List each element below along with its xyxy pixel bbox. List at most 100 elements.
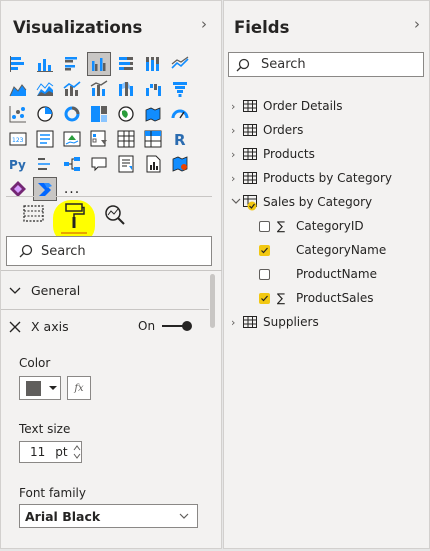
chevron-right-icon: ›	[231, 123, 236, 137]
sigma-icon: ∑	[277, 291, 286, 305]
line-chart-icon[interactable]	[168, 52, 192, 76]
table-name: Products by Category	[263, 171, 392, 185]
table-orders[interactable]: › Orders	[231, 121, 303, 139]
stacked-column-chart-icon[interactable]	[33, 52, 57, 76]
fields-search-placeholder: Search	[261, 57, 306, 72]
stepper-arrows-icon[interactable]	[72, 443, 81, 461]
key-influencers-icon[interactable]	[33, 152, 57, 176]
table-products-by-category[interactable]: › Products by Category	[231, 169, 392, 187]
line-stacked-column-chart-icon[interactable]	[87, 77, 111, 101]
gallery-divider	[6, 196, 212, 197]
table-icon[interactable]	[114, 127, 138, 151]
chevron-down-icon	[9, 287, 21, 294]
donut-chart-icon[interactable]	[60, 102, 84, 126]
checkmark-icon	[261, 247, 268, 253]
clustered-bar-chart-icon[interactable]	[60, 52, 84, 76]
table-icon	[243, 172, 257, 184]
fields-search-box[interactable]: Search	[228, 52, 424, 77]
search-divider	[1, 270, 222, 271]
clustered-column-chart-icon[interactable]	[87, 52, 111, 76]
table-selected-indicator	[243, 195, 259, 211]
qna-icon[interactable]	[87, 152, 111, 176]
stacked-bar-chart-icon[interactable]	[6, 52, 30, 76]
power-apps-icon[interactable]	[6, 177, 30, 201]
collapse-fields-icon[interactable]: ›	[414, 15, 420, 33]
100-stacked-column-chart-icon[interactable]	[141, 52, 165, 76]
field-checkbox[interactable]	[259, 268, 270, 280]
table-name: Order Details	[263, 99, 343, 113]
field-name: ProductSales	[296, 291, 374, 305]
visualizations-pane: Visualizations › 123 R Py ... Search Gen…	[0, 0, 222, 549]
chevron-down-icon	[231, 198, 241, 204]
general-section-header[interactable]: General	[9, 283, 80, 298]
smart-narrative-icon[interactable]	[114, 152, 138, 176]
field-checkbox[interactable]	[259, 220, 270, 232]
font-family-dropdown[interactable]: Arial Black	[19, 504, 198, 528]
format-search-box[interactable]: Search	[6, 236, 212, 266]
power-automate-icon[interactable]	[33, 177, 57, 201]
python-visual-icon[interactable]: Py	[6, 152, 30, 176]
field-productsales[interactable]: ∑ ProductSales	[259, 289, 374, 307]
analytics-tab[interactable]	[103, 203, 127, 231]
matrix-icon[interactable]	[141, 127, 165, 151]
text-size-stepper[interactable]: 11 pt	[19, 441, 82, 463]
field-name: CategoryID	[296, 219, 364, 233]
table-products[interactable]: › Products	[231, 145, 315, 163]
decomposition-tree-icon[interactable]	[60, 152, 84, 176]
gauge-icon[interactable]	[168, 102, 192, 126]
visualizations-title: Visualizations	[13, 18, 143, 37]
color-label: Color	[19, 356, 51, 370]
format-pane-scrollbar[interactable]	[210, 274, 215, 328]
field-categoryid[interactable]: ∑ CategoryID	[259, 217, 364, 235]
visual-gallery: 123 R Py ...	[6, 52, 198, 202]
color-picker-button[interactable]	[19, 376, 61, 400]
search-icon	[19, 244, 33, 258]
field-checkbox[interactable]	[259, 244, 270, 256]
paint-roller-icon	[61, 203, 87, 234]
more-visuals-button[interactable]: ...	[60, 177, 84, 201]
multi-row-card-icon[interactable]	[33, 127, 57, 151]
100-stacked-bar-chart-icon[interactable]	[114, 52, 138, 76]
field-checkbox[interactable]	[259, 292, 270, 304]
area-chart-icon[interactable]	[6, 77, 30, 101]
filled-map-icon[interactable]	[141, 102, 165, 126]
table-suppliers[interactable]: › Suppliers	[231, 313, 319, 331]
field-categoryname[interactable]: CategoryName	[259, 241, 386, 259]
svg-text:R: R	[174, 131, 186, 148]
conditional-formatting-button[interactable]: fx	[67, 376, 91, 400]
table-sales-by-category[interactable]: Sales by Category	[231, 193, 372, 211]
collapse-visualizations-icon[interactable]: ›	[201, 15, 207, 33]
x-axis-section-header[interactable]: X axis	[9, 319, 69, 334]
table-order-details[interactable]: › Order Details	[231, 97, 343, 115]
azure-map-icon[interactable]	[168, 152, 192, 176]
waterfall-chart-icon[interactable]	[141, 77, 165, 101]
field-productname[interactable]: ProductName	[259, 265, 377, 283]
chevron-down-icon	[179, 513, 189, 519]
scatter-chart-icon[interactable]	[6, 102, 30, 126]
table-name: Products	[263, 147, 315, 161]
toggle-switch-icon	[162, 321, 193, 331]
paginated-report-icon[interactable]	[141, 152, 165, 176]
sigma-icon: ∑	[277, 219, 286, 233]
slicer-icon[interactable]	[87, 127, 111, 151]
text-size-label: Text size	[19, 422, 71, 436]
treemap-icon[interactable]	[87, 102, 111, 126]
fields-title: Fields	[234, 18, 290, 37]
pie-chart-icon[interactable]	[33, 102, 57, 126]
color-swatch	[26, 380, 41, 396]
card-icon[interactable]: 123	[6, 127, 30, 151]
funnel-chart-icon[interactable]	[168, 77, 192, 101]
map-icon[interactable]	[114, 102, 138, 126]
ribbon-chart-icon[interactable]	[114, 77, 138, 101]
r-visual-icon[interactable]: R	[168, 127, 192, 151]
x-axis-toggle-label: On	[138, 319, 156, 333]
svg-text:123: 123	[12, 137, 24, 144]
line-clustered-column-chart-icon[interactable]	[60, 77, 84, 101]
general-section-label: General	[31, 283, 81, 298]
stacked-area-chart-icon[interactable]	[33, 77, 57, 101]
kpi-icon[interactable]	[60, 127, 84, 151]
table-icon	[243, 100, 257, 112]
build-visual-tab[interactable]	[23, 203, 45, 229]
x-axis-toggle[interactable]: On	[138, 319, 194, 333]
text-size-unit: pt	[55, 445, 68, 459]
